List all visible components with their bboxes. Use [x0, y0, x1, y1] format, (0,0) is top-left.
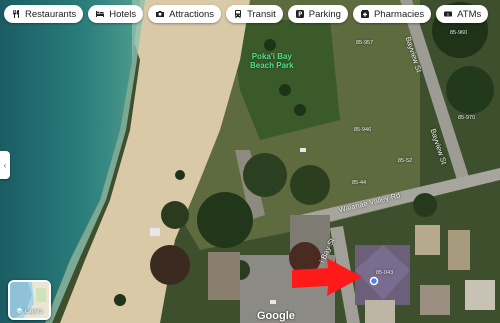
park-name-line2: Beach Park: [250, 61, 294, 70]
pharmacy-icon: [360, 9, 370, 19]
bed-icon: [95, 9, 105, 19]
chip-label: Restaurants: [25, 8, 77, 20]
chip-label: ATMs: [457, 8, 482, 20]
chip-parking[interactable]: Parking: [287, 5, 348, 23]
chip-attractions[interactable]: Attractions: [148, 5, 222, 23]
camera-icon: [155, 9, 165, 19]
chip-hotels[interactable]: Hotels: [88, 5, 144, 23]
parking-icon: [295, 9, 305, 19]
bus-icon: [233, 9, 243, 19]
house-number: 85-043: [376, 270, 394, 276]
chip-transit[interactable]: Transit: [226, 5, 283, 23]
chip-atms[interactable]: $ ATMs: [436, 5, 489, 23]
house-number: 85-52: [398, 158, 413, 164]
chip-label: Parking: [308, 8, 341, 20]
red-arrow-icon: [292, 258, 362, 296]
layers-icon: [16, 307, 23, 316]
house-number: 85-946: [354, 127, 372, 133]
chip-restaurants[interactable]: Restaurants: [4, 5, 84, 23]
park-label[interactable]: Poka'i Bay Beach Park: [250, 52, 294, 70]
house-number: 85-44: [352, 180, 367, 186]
category-chip-bar: Restaurants Hotels Attractions Transit P…: [4, 5, 489, 23]
chip-pharmacies[interactable]: Pharmacies: [352, 5, 432, 23]
fork-knife-icon: [11, 9, 21, 19]
chip-label: Hotels: [109, 8, 137, 20]
chip-label: Transit: [247, 8, 276, 20]
chevron-left-icon: ‹: [3, 160, 7, 170]
park-name-line1: Poka'i Bay: [251, 52, 292, 61]
atm-icon: $: [443, 9, 453, 19]
google-logo: Google: [257, 310, 295, 322]
collapse-side-panel-button[interactable]: ‹: [0, 151, 10, 179]
chip-label: Pharmacies: [373, 8, 425, 20]
location-pin-icon[interactable]: [369, 276, 379, 286]
house-number: 85-970: [458, 115, 476, 121]
layers-button[interactable]: Layers: [8, 280, 51, 320]
house-number: 85-960: [450, 30, 468, 36]
house-number: 85-957: [356, 40, 374, 46]
layers-label: Layers: [24, 308, 43, 315]
chip-label: Attractions: [169, 8, 215, 20]
